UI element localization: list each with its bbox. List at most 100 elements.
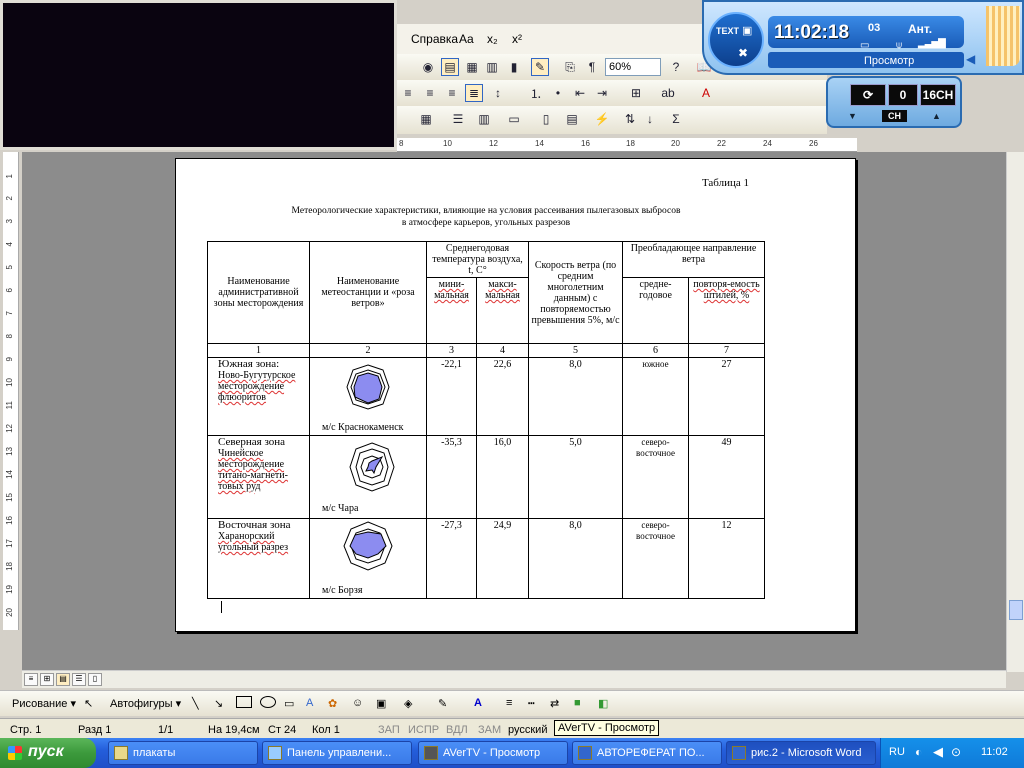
picture-icon[interactable]: ▣	[376, 697, 386, 710]
task-avertv[interactable]: AVerTV - Просмотр	[418, 741, 568, 765]
status-rec[interactable]: ЗАП	[378, 724, 400, 736]
textbox-icon[interactable]: ▭	[284, 697, 294, 710]
globe-icon[interactable]: ◉	[419, 58, 437, 76]
layout-view-icon[interactable]: ▤	[56, 673, 70, 686]
print-preview-icon[interactable]: ▤	[441, 58, 459, 76]
avertv-control-bar[interactable]: TEXT ▣ ✖ 11:02:18 03 Ант. ▭ ⍦ ▂▃▅▇ Просм…	[702, 0, 1024, 75]
clipart-icon[interactable]: ☺	[352, 697, 363, 709]
line-icon[interactable]: ╲	[192, 697, 199, 710]
outline-view-icon[interactable]: ☰	[72, 673, 86, 686]
col-number: 3	[426, 343, 477, 358]
meteo-table[interactable]: Наименование административной зоны место…	[207, 241, 765, 599]
split-cells-icon[interactable]: ▯	[537, 110, 555, 128]
sum-icon[interactable]: Σ	[667, 110, 685, 128]
status-ext[interactable]: ВДЛ	[446, 724, 468, 736]
ruler-tick: 17	[5, 539, 14, 548]
highlight-icon[interactable]: ab	[659, 84, 677, 102]
web-view-icon[interactable]: ⊞	[40, 673, 54, 686]
horizontal-scrollbar[interactable]: ≡ ⊞ ▤ ☰ ▯	[22, 670, 1006, 688]
avertv-volume-icon[interactable]: ◀	[966, 52, 975, 66]
menu-help[interactable]: Справка	[411, 32, 458, 46]
indent-icon[interactable]: ⇥	[593, 84, 611, 102]
status-trk[interactable]: ИСПР	[408, 724, 439, 736]
text-direction-icon[interactable]: ⇅	[621, 110, 639, 128]
font-size-icon[interactable]: Aa	[459, 32, 474, 46]
taskbar: пуск плакаты Панель управлени... AVerTV …	[0, 738, 1024, 768]
word-icon	[732, 746, 746, 760]
rectangle-icon[interactable]	[236, 696, 252, 708]
channel-up-icon[interactable]: ▲	[932, 111, 941, 121]
tools-icon[interactable]: ✖	[738, 46, 748, 60]
drawing-icon[interactable]: ✎	[531, 58, 549, 76]
fill-color-icon[interactable]: ◈	[404, 697, 412, 710]
distribute-icon[interactable]: ▤	[563, 110, 581, 128]
bullets-icon[interactable]: •	[549, 84, 567, 102]
volume-icon[interactable]: ◀	[933, 744, 943, 760]
docmap-icon[interactable]: ⎘	[561, 58, 579, 76]
diagram-icon[interactable]: ✿	[328, 697, 337, 710]
horizontal-ruler[interactable]: 8 10 12 14 16 18 20 22 24 26	[397, 138, 857, 152]
table-icon[interactable]: ▦	[463, 58, 481, 76]
font-color-icon[interactable]: A	[474, 697, 482, 709]
justify-icon[interactable]: ≣	[465, 84, 483, 102]
subscript-icon[interactable]: x₂	[487, 32, 498, 46]
tray-app-icon[interactable]: ◐	[915, 745, 922, 759]
line-style-icon[interactable]: ≡	[506, 697, 512, 709]
numbering-icon[interactable]: ⒈	[527, 84, 545, 102]
border-icon[interactable]: ⊞	[627, 84, 645, 102]
superscript-icon[interactable]: x²	[512, 32, 522, 46]
help-icon[interactable]: ?	[667, 58, 685, 76]
wordart-icon[interactable]: A	[306, 697, 313, 709]
task-word-autoreferat[interactable]: АВТОРЕФЕРАТ ПО...	[572, 741, 722, 765]
merge-cells-icon[interactable]: ▭	[505, 110, 523, 128]
task-word-ris2[interactable]: рис.2 - Microsoft Word	[726, 741, 876, 765]
task-label: Панель управлени...	[287, 747, 392, 759]
task-folder[interactable]: плакаты	[108, 741, 258, 765]
line-spacing-icon[interactable]: ↕	[489, 84, 507, 102]
excel-icon[interactable]: ▥	[483, 58, 501, 76]
3d-icon[interactable]: ◧	[598, 697, 608, 710]
select-arrow-icon[interactable]: ↖	[84, 697, 93, 710]
channel-down-icon[interactable]: ▼	[848, 111, 857, 121]
dash-style-icon[interactable]: ┅	[528, 697, 535, 710]
document-page[interactable]: Таблица 1 Метеорологические характеристи…	[175, 158, 856, 632]
scroll-thumb[interactable]	[1009, 600, 1023, 620]
task-control-panel[interactable]: Панель управлени...	[262, 741, 412, 765]
ruler-tick: 12	[489, 139, 498, 148]
pilcrow-icon[interactable]: ¶	[583, 58, 601, 76]
normal-view-icon[interactable]: ≡	[24, 673, 38, 686]
network-icon[interactable]: ⊙	[951, 745, 961, 759]
insert-cols-icon[interactable]: ▥	[475, 110, 493, 128]
shadow-icon[interactable]: ■	[574, 697, 581, 709]
insert-table-icon[interactable]: ▦	[417, 110, 435, 128]
arrow-style-icon[interactable]: ⇄	[550, 697, 559, 710]
insert-rows-icon[interactable]: ☰	[449, 110, 467, 128]
status-ovr[interactable]: ЗАМ	[478, 724, 501, 736]
text-button[interactable]: TEXT	[716, 26, 739, 36]
draw-menu[interactable]: Рисование ▾	[12, 697, 76, 710]
autoformat-icon[interactable]: ⚡	[593, 110, 611, 128]
align-right-icon[interactable]: ≡	[443, 84, 461, 102]
reading-view-icon[interactable]: ▯	[88, 673, 102, 686]
columns-icon[interactable]: ▮	[505, 58, 523, 76]
oval-icon[interactable]	[260, 696, 276, 708]
align-center-icon[interactable]: ≡	[421, 84, 439, 102]
language-indicator[interactable]: RU	[889, 746, 905, 758]
autoshapes-menu[interactable]: Автофигуры ▾	[110, 697, 181, 710]
system-tray: RU ◐ ◀ ⊙ 11:02	[880, 738, 1024, 768]
record-icon[interactable]: ▣	[742, 24, 752, 37]
start-button[interactable]: пуск	[0, 738, 96, 768]
font-color-icon[interactable]: A	[697, 84, 715, 102]
sort-icon[interactable]: ↓	[641, 110, 659, 128]
refresh-icon[interactable]: ⟳	[850, 84, 886, 106]
avertv-dial[interactable]: TEXT ▣ ✖	[708, 12, 764, 68]
arrow-icon[interactable]: ↘	[214, 697, 223, 710]
vertical-scrollbar[interactable]	[1006, 152, 1024, 672]
vertical-ruler[interactable]: 1 2 3 4 5 6 7 8 9 10 11 12 13 14 15 16 1…	[3, 152, 19, 630]
zoom-select[interactable]: 60%	[605, 58, 661, 76]
line-color-icon[interactable]: ✎	[438, 697, 447, 710]
ruler-tick: 9	[5, 357, 14, 362]
align-left-icon[interactable]: ≡	[399, 84, 417, 102]
outdent-icon[interactable]: ⇤	[571, 84, 589, 102]
avertv-volume-slider[interactable]	[986, 6, 1020, 66]
